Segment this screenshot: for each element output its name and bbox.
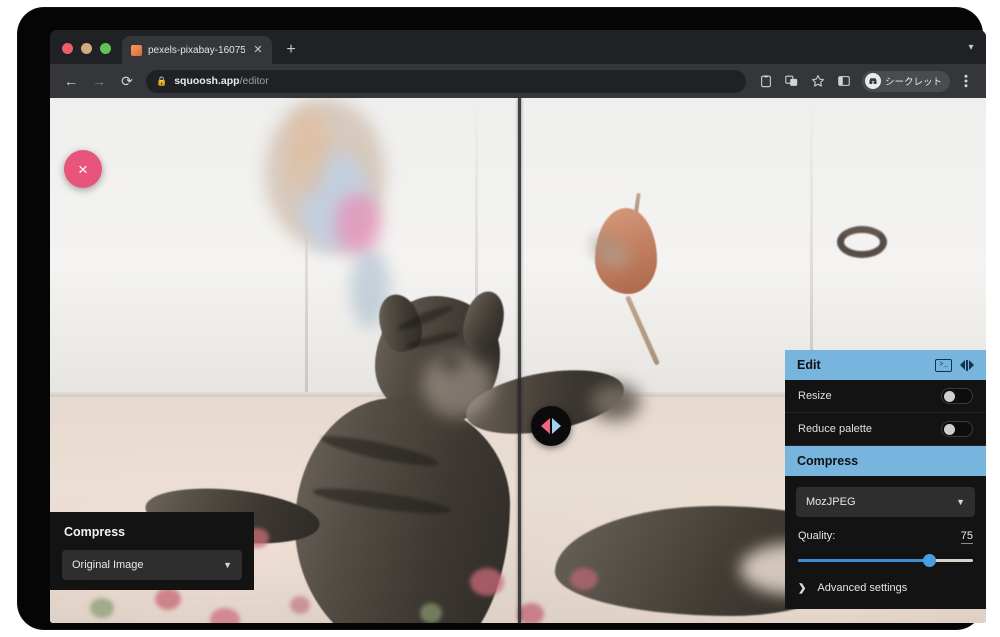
- chevron-down-icon: ▼: [223, 560, 232, 570]
- quality-row: Quality: 75: [785, 517, 986, 544]
- clipboard-icon[interactable]: [754, 69, 778, 93]
- terminal-icon[interactable]: >_: [935, 358, 952, 372]
- arrow-left-icon[interactable]: ←: [58, 68, 84, 94]
- window-traffic-lights: [50, 43, 122, 64]
- original-image-panel: Compress Original Image ▼: [50, 512, 254, 590]
- profile-chip[interactable]: シークレット: [861, 70, 950, 92]
- squoosh-editor-viewport[interactable]: × Compress Original Image ▼ 2.87 MB: [50, 98, 986, 623]
- original-codec-select[interactable]: Original Image ▼: [62, 550, 242, 580]
- advanced-settings-label: Advanced settings: [817, 582, 908, 594]
- window-close-button[interactable]: [62, 43, 73, 54]
- close-icon[interactable]: ✕: [251, 43, 265, 57]
- chevron-down-icon[interactable]: ▾: [956, 30, 986, 64]
- split-handle-left-arrow: [541, 418, 550, 434]
- address-bar-url: squoosh.app/editor: [174, 75, 269, 87]
- resize-toggle[interactable]: [941, 388, 973, 404]
- translate-icon[interactable]: [780, 69, 804, 93]
- advanced-settings-toggle[interactable]: ❯ Advanced settings: [785, 567, 986, 609]
- reload-icon[interactable]: ⟳: [114, 68, 140, 94]
- window-maximize-button[interactable]: [100, 43, 111, 54]
- bookmark-star-icon[interactable]: [806, 69, 830, 93]
- kebab-menu-icon[interactable]: [954, 69, 978, 93]
- resize-toggle-row[interactable]: Resize: [785, 380, 986, 413]
- chevron-right-icon: ❯: [798, 582, 807, 594]
- new-tab-button[interactable]: +: [278, 37, 304, 63]
- browser-tab-title: pexels-pixabay-160755.jpg - S: [148, 44, 245, 56]
- reduce-palette-toggle-row[interactable]: Reduce palette: [785, 413, 986, 446]
- arrow-right-icon[interactable]: →: [86, 68, 112, 94]
- quality-slider-thumb[interactable]: [923, 554, 937, 567]
- browser-toolbar: ← → ⟳ 🔒 squoosh.app/editor シークレット: [50, 64, 986, 98]
- compress-section-title: Compress: [797, 454, 859, 468]
- quality-value[interactable]: 75: [960, 530, 973, 544]
- reduce-palette-label: Reduce palette: [798, 423, 872, 435]
- left-panel-heading: Compress: [64, 525, 126, 539]
- image-file-icon: [131, 44, 142, 56]
- address-bar[interactable]: 🔒 squoosh.app/editor: [146, 69, 746, 93]
- split-view-icon[interactable]: [960, 359, 974, 371]
- edit-compress-panel: Edit >_ Resize Reduce palette Compress M…: [785, 350, 986, 609]
- reduce-palette-toggle[interactable]: [941, 421, 973, 437]
- compress-section-header: Compress: [785, 446, 986, 476]
- browser-tab[interactable]: pexels-pixabay-160755.jpg - S ✕: [122, 36, 272, 64]
- browser-window: pexels-pixabay-160755.jpg - S ✕ + ▾ ← → …: [50, 30, 986, 623]
- lock-icon: 🔒: [156, 75, 168, 86]
- incognito-avatar-icon: [864, 73, 881, 89]
- close-icon: ×: [78, 159, 88, 179]
- compress-codec-value: MozJPEG: [806, 496, 856, 508]
- split-compare-line[interactable]: [518, 98, 521, 623]
- device-bezel: pexels-pixabay-160755.jpg - S ✕ + ▾ ← → …: [18, 8, 986, 629]
- edit-section-title: Edit: [797, 358, 821, 372]
- close-editor-button[interactable]: ×: [64, 150, 102, 188]
- quality-label: Quality:: [798, 530, 836, 542]
- quality-slider[interactable]: [798, 553, 973, 567]
- profile-label: シークレット: [884, 77, 942, 88]
- edit-section-header: Edit >_: [785, 350, 986, 380]
- original-codec-value: Original Image: [72, 559, 144, 571]
- split-handle-right-arrow: [552, 418, 561, 434]
- browser-tab-strip: pexels-pixabay-160755.jpg - S ✕ + ▾: [50, 30, 986, 64]
- resize-label: Resize: [798, 390, 832, 402]
- compress-codec-select[interactable]: MozJPEG ▼: [796, 487, 975, 517]
- chevron-down-icon: ▼: [956, 497, 965, 507]
- split-drag-handle-icon[interactable]: [531, 406, 571, 446]
- side-panel-icon[interactable]: [832, 69, 856, 93]
- window-minimize-button[interactable]: [81, 43, 92, 54]
